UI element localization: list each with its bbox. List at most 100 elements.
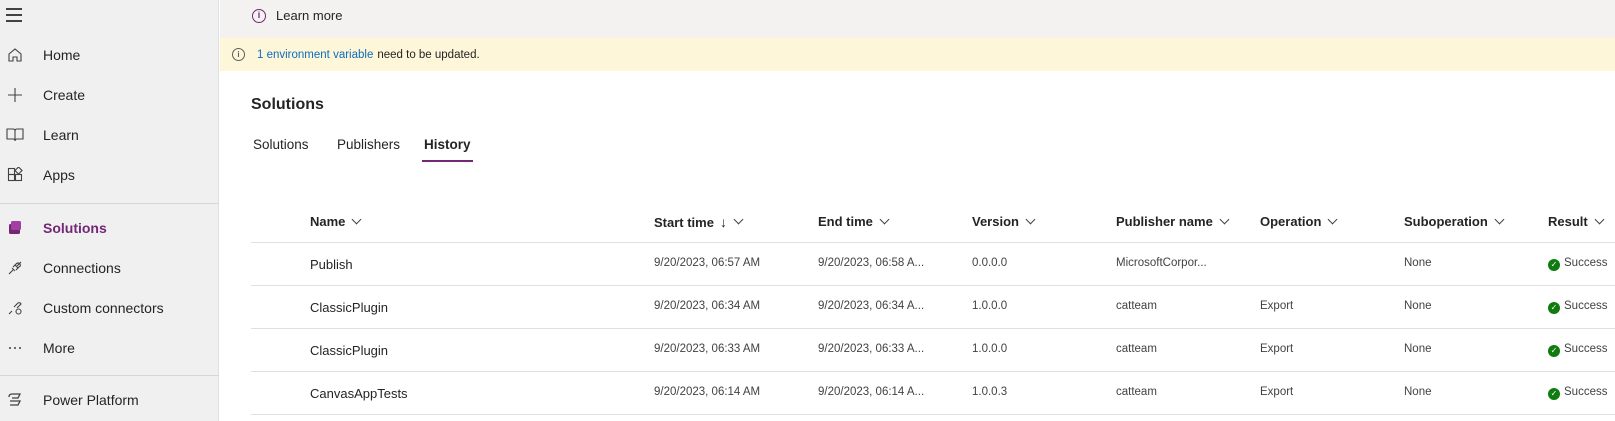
table-row[interactable]: Publish 9/20/2023, 06:57 AM 9/20/2023, 0… (251, 243, 1615, 286)
cell-suboperation: None (1404, 300, 1432, 312)
column-header-result[interactable]: Result (1548, 214, 1605, 229)
sidebar-item-label: Power Platform (43, 392, 139, 408)
left-navigation: Home Create Learn Apps Solutions Connect… (0, 0, 219, 421)
sidebar-item-label: Apps (43, 167, 75, 183)
cell-operation: Export (1260, 386, 1294, 398)
chevron-down-icon (879, 214, 890, 224)
sort-descending-icon: ↓ (719, 214, 727, 230)
cell-start-time: 9/20/2023, 06:57 AM (654, 257, 761, 269)
column-header-start-time[interactable]: Start time ↓ (654, 214, 744, 230)
column-header-version[interactable]: Version (972, 214, 1036, 229)
custom-connectors-icon (6, 299, 24, 317)
cell-end-time: 9/20/2023, 06:14 A... (818, 386, 925, 398)
cell-result: ✓ Success (1548, 257, 1607, 271)
apps-icon (6, 166, 24, 184)
history-table: Name Start time ↓ End time Version Publis… (251, 202, 1615, 415)
sidebar-item-label: Solutions (43, 220, 107, 236)
environment-variable-link[interactable]: 1 environment variable (257, 49, 373, 61)
sidebar-divider (0, 375, 219, 376)
cell-start-time: 9/20/2023, 06:33 AM (654, 343, 761, 355)
cell-result: ✓ Success (1548, 300, 1607, 314)
cell-operation: Export (1260, 343, 1294, 355)
chevron-down-icon (1025, 214, 1036, 224)
cell-end-time: 9/20/2023, 06:58 A... (818, 257, 925, 269)
sidebar-item-label: More (43, 340, 75, 356)
chevron-down-icon (1494, 214, 1505, 224)
sidebar-item-label: Custom connectors (43, 300, 164, 316)
cell-result: ✓ Success (1548, 386, 1607, 400)
checkmark-icon: ✓ (1548, 301, 1560, 314)
chevron-down-icon (1219, 214, 1230, 224)
cell-end-time: 9/20/2023, 06:33 A... (818, 343, 925, 355)
learn-more-button[interactable]: i Learn more (252, 8, 342, 23)
chevron-down-icon (1327, 214, 1338, 224)
notification-banner: i 1 environment variable need to be upda… (220, 38, 1615, 71)
cell-version: 1.0.0.0 (972, 343, 1008, 355)
sidebar-item-more[interactable]: More (0, 330, 219, 366)
column-header-name[interactable]: Name (310, 214, 362, 229)
table-row[interactable]: ClassicPlugin 9/20/2023, 06:34 AM 9/20/2… (251, 286, 1615, 329)
cell-publisher: catteam (1116, 300, 1157, 312)
banner-text: need to be updated. (377, 48, 480, 61)
sidebar-item-learn[interactable]: Learn (0, 117, 219, 153)
hamburger-icon[interactable] (6, 6, 26, 24)
page-title: Solutions (251, 96, 324, 113)
sidebar-item-label: Learn (43, 127, 79, 143)
column-header-publisher-name[interactable]: Publisher name (1116, 214, 1230, 229)
cell-name[interactable]: CanvasAppTests (310, 386, 408, 401)
power-platform-icon (6, 391, 24, 409)
sidebar-item-power-platform[interactable]: Power Platform (0, 382, 219, 418)
checkmark-icon: ✓ (1548, 344, 1560, 357)
checkmark-icon: ✓ (1548, 258, 1560, 271)
cell-name[interactable]: Publish (310, 257, 353, 272)
cell-publisher: catteam (1116, 343, 1157, 355)
solutions-icon (6, 219, 24, 237)
more-icon (6, 339, 24, 357)
tab-solutions[interactable]: Solutions (251, 135, 311, 160)
cell-name[interactable]: ClassicPlugin (310, 300, 388, 315)
sidebar-item-label: Create (43, 87, 86, 103)
chevron-down-icon (1594, 214, 1605, 224)
chevron-down-icon (733, 214, 744, 225)
cell-suboperation: None (1404, 386, 1432, 398)
cell-start-time: 9/20/2023, 06:34 AM (654, 300, 761, 312)
table-header: Name Start time ↓ End time Version Publis… (251, 202, 1615, 243)
home-icon (6, 46, 24, 64)
cell-end-time: 9/20/2023, 06:34 A... (818, 300, 925, 312)
cell-suboperation: None (1404, 257, 1432, 269)
sidebar-item-custom-connectors[interactable]: Custom connectors (0, 290, 219, 326)
column-header-operation[interactable]: Operation (1260, 214, 1338, 229)
sidebar-item-label: Home (43, 47, 81, 63)
sidebar-item-create[interactable]: Create (0, 77, 219, 113)
cell-publisher: catteam (1116, 386, 1157, 398)
cell-version: 1.0.0.3 (972, 386, 1008, 398)
column-header-suboperation[interactable]: Suboperation (1404, 214, 1505, 229)
tab-history[interactable]: History (422, 135, 473, 162)
cell-name[interactable]: ClassicPlugin (310, 343, 388, 358)
learn-more-label: Learn more (276, 8, 343, 23)
main-content: i Learn more i 1 environment variable ne… (220, 0, 1615, 421)
cell-publisher: MicrosoftCorpor... (1116, 257, 1207, 269)
book-icon (6, 126, 24, 144)
command-bar: i Learn more (220, 0, 1615, 38)
table-row[interactable]: CanvasAppTests 9/20/2023, 06:14 AM 9/20/… (251, 372, 1615, 415)
cell-version: 0.0.0.0 (972, 257, 1008, 269)
sidebar-item-home[interactable]: Home (0, 37, 219, 73)
sidebar-item-label: Connections (43, 260, 121, 276)
info-icon: i (232, 48, 245, 61)
plus-icon (6, 86, 24, 104)
tab-publishers[interactable]: Publishers (335, 135, 402, 160)
column-header-end-time[interactable]: End time (818, 214, 890, 229)
chevron-down-icon (351, 214, 362, 224)
sidebar-item-solutions[interactable]: Solutions (0, 210, 219, 246)
info-icon: i (252, 8, 266, 23)
cell-version: 1.0.0.0 (972, 300, 1008, 312)
table-row[interactable]: ClassicPlugin 9/20/2023, 06:33 AM 9/20/2… (251, 329, 1615, 372)
sidebar-item-connections[interactable]: Connections (0, 250, 219, 286)
cell-start-time: 9/20/2023, 06:14 AM (654, 386, 761, 398)
checkmark-icon: ✓ (1548, 387, 1560, 400)
cell-result: ✓ Success (1548, 343, 1607, 357)
sidebar-item-apps[interactable]: Apps (0, 157, 219, 193)
connections-icon (6, 259, 24, 277)
sidebar-divider (0, 203, 219, 204)
